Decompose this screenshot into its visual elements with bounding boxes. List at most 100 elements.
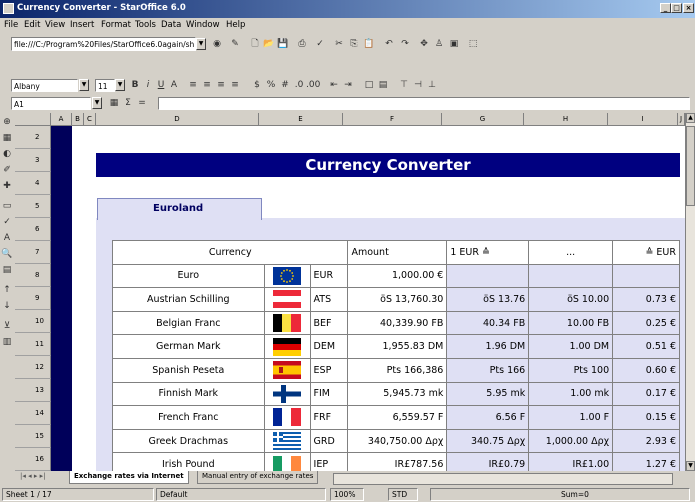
menu-edit[interactable]: Edit xyxy=(24,20,40,30)
row-header[interactable]: 16 xyxy=(15,448,51,471)
to-eur-cell[interactable] xyxy=(612,263,680,289)
vertical-scrollbar[interactable]: ▲ ▼ xyxy=(685,113,695,471)
row-header[interactable]: 4 xyxy=(15,172,51,195)
currency-code[interactable]: EUR xyxy=(309,263,349,289)
autofilter-icon[interactable]: ⊻ xyxy=(0,319,14,333)
menu-format[interactable]: Format xyxy=(101,20,131,30)
currency-code[interactable]: FIM xyxy=(309,381,349,407)
align-right-icon[interactable]: ≡ xyxy=(214,78,228,92)
to-eur-cell[interactable]: 0.51 € xyxy=(612,334,680,359)
amount-cell[interactable]: 340,750.00 Δρχ xyxy=(347,428,448,454)
abc-icon[interactable]: A xyxy=(0,231,14,245)
row-header[interactable]: 12 xyxy=(15,356,51,379)
eur-rate-cell[interactable]: Pts 166 xyxy=(446,357,530,383)
amount-cell[interactable]: öS 13,760.30 xyxy=(347,287,448,312)
scroll-thumb[interactable] xyxy=(686,126,695,206)
minimize-button[interactable]: _ xyxy=(660,3,671,13)
amount-cell[interactable]: 1,000.00 € xyxy=(347,263,448,289)
delete-decimal-icon[interactable]: .00 xyxy=(306,78,320,92)
copy-icon[interactable]: ⎘ xyxy=(347,37,361,51)
draw-functions-icon[interactable]: ✐ xyxy=(0,163,14,177)
to-eur-cell[interactable]: 0.60 € xyxy=(612,357,680,383)
find-icon[interactable]: 🔍 xyxy=(0,247,14,261)
column-header-e[interactable]: E xyxy=(259,113,343,126)
currency-name[interactable]: Euro xyxy=(112,263,265,289)
insert-object-icon[interactable]: ◐ xyxy=(0,147,14,161)
underline-icon[interactable]: U xyxy=(154,78,168,92)
align-center-icon[interactable]: ≡ xyxy=(200,78,214,92)
row-header[interactable]: 2 xyxy=(15,126,51,149)
insert-cell-icon[interactable]: ▦ xyxy=(0,131,14,145)
to-eur-cell[interactable]: 2.93 € xyxy=(612,428,680,454)
row-header[interactable]: 8 xyxy=(15,264,51,287)
eur-rate-cell[interactable]: 5.95 mk xyxy=(446,381,530,407)
currency-code[interactable]: FRF xyxy=(309,405,349,430)
sheet-nav-icon[interactable]: |◂ ◂ ▸ ▸| xyxy=(20,472,45,480)
to-eur-cell[interactable]: 0.17 € xyxy=(612,381,680,407)
amount-cell[interactable]: 40,339.90 FB xyxy=(347,310,448,336)
row-header[interactable]: 11 xyxy=(15,333,51,356)
draw-icon[interactable]: ⬚ xyxy=(466,37,480,51)
chart-icon[interactable]: ▥ xyxy=(0,335,14,349)
background-color-icon[interactable]: ▤ xyxy=(376,78,390,92)
add-decimal-icon[interactable]: .0 xyxy=(292,78,306,92)
unit-cell[interactable]: 10.00 FB xyxy=(528,310,614,336)
edit-autofilter-icon[interactable]: ▭ xyxy=(0,199,14,213)
unit-cell[interactable]: 1,000.00 Δρχ xyxy=(528,428,614,454)
scroll-up-icon[interactable]: ▲ xyxy=(686,113,695,123)
currency-code[interactable]: GRD xyxy=(309,428,349,454)
increase-indent-icon[interactable]: ⇥ xyxy=(341,78,355,92)
select-all-corner[interactable] xyxy=(15,113,51,126)
percent-format-icon[interactable]: % xyxy=(264,78,278,92)
name-box-dropdown[interactable]: ▼ xyxy=(92,97,102,109)
currency-format-icon[interactable]: $ xyxy=(250,78,264,92)
to-eur-cell[interactable]: 0.25 € xyxy=(612,310,680,336)
row-header[interactable]: 9 xyxy=(15,287,51,310)
new-icon[interactable]: 🗋 xyxy=(248,37,262,51)
currency-code[interactable]: BEF xyxy=(309,310,349,336)
paste-icon[interactable]: 📋 xyxy=(362,37,376,51)
align-top-icon[interactable]: ⊤ xyxy=(397,78,411,92)
row-header[interactable]: 10 xyxy=(15,310,51,333)
menu-help[interactable]: Help xyxy=(226,20,245,30)
redo-icon[interactable]: ↷ xyxy=(398,37,412,51)
tab-exchange-rates-internet[interactable]: Exchange rates via Internet xyxy=(69,471,189,484)
unit-cell[interactable]: Pts 100 xyxy=(528,357,614,383)
column-header-b[interactable]: B xyxy=(72,113,84,126)
status-mode[interactable]: STD xyxy=(388,488,418,501)
currency-name[interactable]: Belgian Franc xyxy=(112,310,265,336)
decrease-indent-icon[interactable]: ⇤ xyxy=(327,78,341,92)
column-header-f[interactable]: F xyxy=(343,113,442,126)
column-header-h[interactable]: H xyxy=(524,113,608,126)
scroll-down-icon[interactable]: ▼ xyxy=(686,461,695,471)
undo-icon[interactable]: ↶ xyxy=(382,37,396,51)
sort-descending-icon[interactable]: ↓ xyxy=(0,299,14,313)
to-eur-cell[interactable]: 0.15 € xyxy=(612,405,680,430)
insert-icon[interactable]: ⊕ xyxy=(0,115,14,129)
eur-rate-cell[interactable]: öS 13.76 xyxy=(446,287,530,312)
row-header[interactable]: 7 xyxy=(15,241,51,264)
align-left-icon[interactable]: ≡ xyxy=(186,78,200,92)
function-wizard-icon[interactable]: ▦ xyxy=(107,96,121,110)
row-header[interactable]: 5 xyxy=(15,195,51,218)
align-middle-icon[interactable]: ⊣ xyxy=(411,78,425,92)
bold-icon[interactable]: B xyxy=(128,78,142,92)
currency-code[interactable]: DEM xyxy=(309,334,349,359)
spellcheck-icon[interactable]: ✓ xyxy=(313,37,327,51)
formula-input[interactable] xyxy=(158,97,690,110)
tab-manual-entry[interactable]: Manual entry of exchange rates xyxy=(197,471,319,484)
stylist-icon[interactable]: ♙ xyxy=(432,37,446,51)
menu-file[interactable]: File xyxy=(4,20,18,30)
eur-rate-cell[interactable]: 40.34 FB xyxy=(446,310,530,336)
column-header-g[interactable]: G xyxy=(442,113,524,126)
open-icon[interactable]: 📂 xyxy=(262,37,276,51)
maximize-button[interactable]: □ xyxy=(671,3,682,13)
currency-name[interactable]: Finnish Mark xyxy=(112,381,265,407)
name-box[interactable]: A1 xyxy=(11,97,91,110)
eur-rate-cell[interactable] xyxy=(446,263,530,289)
row-header[interactable]: 6 xyxy=(15,218,51,241)
currency-name[interactable]: German Mark xyxy=(112,334,265,359)
column-header-i[interactable]: I xyxy=(608,113,678,126)
row-header[interactable]: 14 xyxy=(15,402,51,425)
menu-window[interactable]: Window xyxy=(186,20,220,30)
